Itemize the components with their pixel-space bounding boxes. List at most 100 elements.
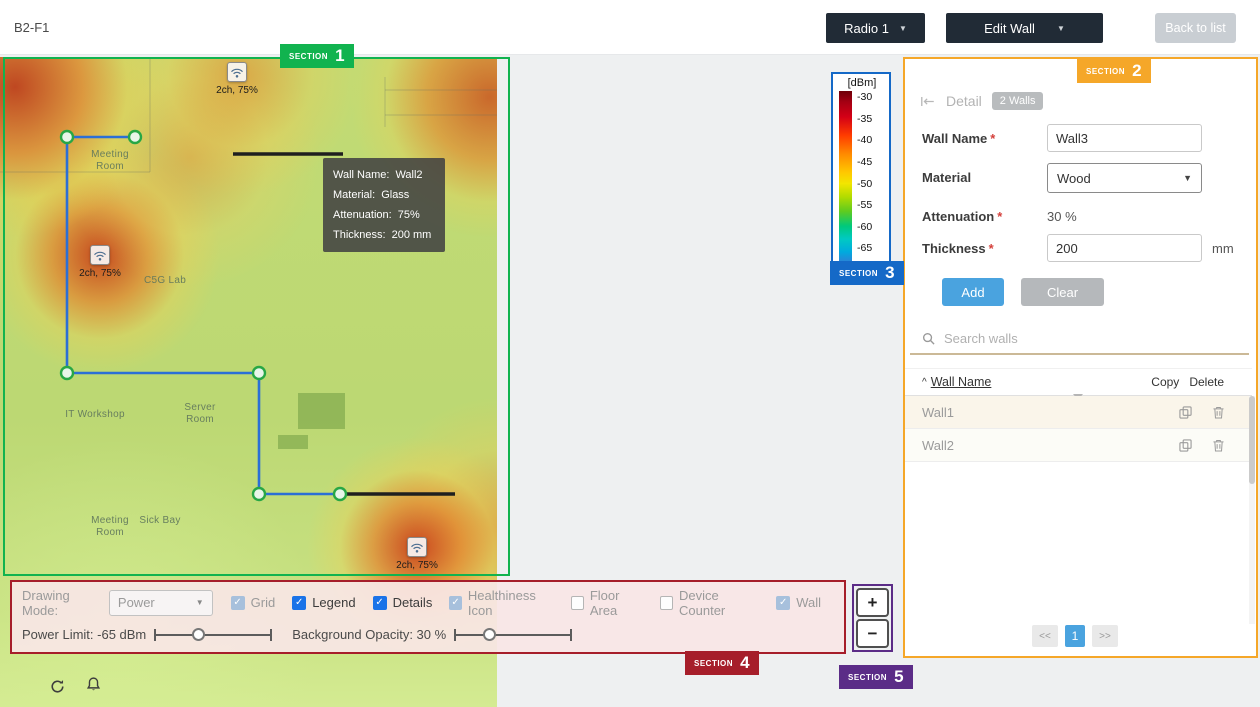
access-point[interactable]: 2ch, 75% xyxy=(205,62,269,96)
legend-tick: -45 xyxy=(857,156,872,168)
pagination-page-1-button[interactable]: 1 xyxy=(1065,625,1085,647)
delete-trash-icon[interactable] xyxy=(1213,406,1224,419)
device-counter-checkbox[interactable] xyxy=(660,596,673,610)
checkbox-group-healthiness: Healthiness Icon xyxy=(449,588,554,618)
wifi-icon xyxy=(90,245,110,265)
pagination-next-button[interactable]: >> xyxy=(1092,625,1118,647)
clear-button[interactable]: Clear xyxy=(1021,278,1104,306)
chevron-down-icon: ▼ xyxy=(1057,24,1065,33)
healthiness-checkbox-label: Healthiness Icon xyxy=(468,588,554,618)
section-badge-number: 1 xyxy=(335,46,344,66)
wall-table-header: ^ Wall Name Copy Delete xyxy=(905,368,1252,396)
section-3-badge: SECTION 3 xyxy=(830,261,904,285)
zoom-out-button[interactable]: − xyxy=(856,619,889,648)
legend-tick: -55 xyxy=(857,199,872,211)
field-label-text: Material xyxy=(922,170,971,185)
healthiness-icon-checkbox[interactable] xyxy=(449,596,462,610)
device-counter-checkbox-label: Device Counter xyxy=(679,588,759,618)
panel-scrollbar[interactable] xyxy=(1249,396,1255,624)
background-opacity-label: Background Opacity: 30 % xyxy=(292,627,446,642)
legend-tick: -30 xyxy=(857,91,872,103)
tooltip-value: Wall2 xyxy=(395,169,422,181)
checkbox-group-wall: Wall xyxy=(776,595,821,610)
wall-tooltip: Wall Name:Wall2 Material:Glass Attenuati… xyxy=(323,158,445,252)
back-to-list-button[interactable]: Back to list xyxy=(1155,13,1236,43)
material-select[interactable]: Wood ▼ xyxy=(1047,163,1202,193)
wifi-icon xyxy=(407,537,427,557)
power-limit-slider-thumb[interactable] xyxy=(192,628,205,641)
section-2-badge: SECTION 2 xyxy=(1077,59,1151,83)
floor-area-checkbox-label: Floor Area xyxy=(590,588,643,618)
tooltip-value: 75% xyxy=(398,209,420,221)
radio-select-button[interactable]: Radio 1 ▼ xyxy=(826,13,925,43)
wall-vertex[interactable] xyxy=(61,131,73,143)
zoom-controls: + − xyxy=(852,584,893,652)
attenuation-value: 30 % xyxy=(1047,209,1077,224)
copy-column-header: Copy xyxy=(1151,375,1179,389)
checkbox-group-grid: Grid xyxy=(231,595,276,610)
wall-vertex[interactable] xyxy=(61,367,73,379)
zoom-in-button[interactable]: + xyxy=(856,588,889,617)
search-walls-input[interactable] xyxy=(944,331,1249,346)
background-opacity-slider[interactable] xyxy=(454,625,572,645)
wall-table-row[interactable]: Wall1 xyxy=(905,396,1252,429)
copy-icon[interactable] xyxy=(1179,439,1192,452)
pagination-prev-button[interactable]: << xyxy=(1032,625,1058,647)
thickness-unit: mm xyxy=(1212,241,1234,256)
section-badge-number: 4 xyxy=(740,653,749,673)
tooltip-label: Material: xyxy=(333,189,375,201)
wifi-icon xyxy=(227,62,247,82)
scrollbar-thumb[interactable] xyxy=(1249,396,1255,484)
wall-vertex[interactable] xyxy=(253,488,265,500)
wall-name-sort-header[interactable]: Wall Name xyxy=(931,375,992,389)
thickness-label: Thickness* xyxy=(922,241,994,256)
tooltip-label: Thickness: xyxy=(333,229,386,241)
drawn-wall-polyline[interactable] xyxy=(67,137,340,494)
section-badge-label: SECTION xyxy=(289,52,328,61)
checkbox-group-device-counter: Device Counter xyxy=(660,588,759,618)
attenuation-label: Attenuation* xyxy=(922,209,1002,224)
background-opacity-slider-thumb[interactable] xyxy=(483,628,496,641)
edit-wall-button[interactable]: Edit Wall ▼ xyxy=(946,13,1103,43)
material-select-value: Wood xyxy=(1057,171,1091,186)
edit-wall-button-label: Edit Wall xyxy=(984,21,1035,36)
wall-count-badge: 2 Walls xyxy=(992,92,1044,110)
view-toolbar: Drawing Mode: Power ▼ Grid Legend Detail… xyxy=(10,580,846,654)
legend-checkbox[interactable] xyxy=(292,596,306,610)
drawing-mode-select[interactable]: Power ▼ xyxy=(109,590,213,616)
checkbox-group-floor-area: Floor Area xyxy=(571,588,643,618)
wall-name-input[interactable] xyxy=(1047,124,1202,152)
section-badge-label: SECTION xyxy=(848,673,887,682)
grid-checkbox[interactable] xyxy=(231,596,245,610)
refresh-button[interactable] xyxy=(50,679,65,697)
power-limit-slider[interactable] xyxy=(154,625,272,645)
legend-checkbox-label: Legend xyxy=(312,595,355,610)
floor-area-checkbox[interactable] xyxy=(571,596,584,610)
required-asterisk: * xyxy=(990,131,995,146)
sort-ascending-icon: ^ xyxy=(922,377,927,388)
tooltip-value: 200 mm xyxy=(392,229,432,241)
wall-checkbox[interactable] xyxy=(776,596,790,610)
grid-checkbox-label: Grid xyxy=(251,595,276,610)
legend-tick: -35 xyxy=(857,113,872,125)
drawing-mode-value: Power xyxy=(118,595,155,610)
access-point[interactable]: 2ch, 75% xyxy=(385,537,449,571)
wall-table-row[interactable]: Wall2 xyxy=(905,429,1252,462)
access-point[interactable]: 2ch, 75% xyxy=(68,245,132,279)
notifications-bell-button[interactable] xyxy=(86,677,101,695)
copy-icon[interactable] xyxy=(1179,406,1192,419)
delete-column-header: Delete xyxy=(1189,375,1224,389)
thickness-input[interactable] xyxy=(1047,234,1202,262)
delete-trash-icon[interactable] xyxy=(1213,439,1224,452)
wall-vertex[interactable] xyxy=(334,488,346,500)
wall-vertex[interactable] xyxy=(253,367,265,379)
section-badge-label: SECTION xyxy=(1086,67,1125,76)
wall-vertex[interactable] xyxy=(129,131,141,143)
field-label-text: Attenuation xyxy=(922,209,994,224)
details-checkbox[interactable] xyxy=(373,596,387,610)
collapse-detail-icon[interactable] xyxy=(920,96,936,107)
wall-checkbox-label: Wall xyxy=(796,595,821,610)
power-limit-label: Power Limit: -65 dBm xyxy=(22,627,146,642)
add-wall-button[interactable]: Add xyxy=(942,278,1004,306)
ap-label: 2ch, 75% xyxy=(385,560,449,571)
